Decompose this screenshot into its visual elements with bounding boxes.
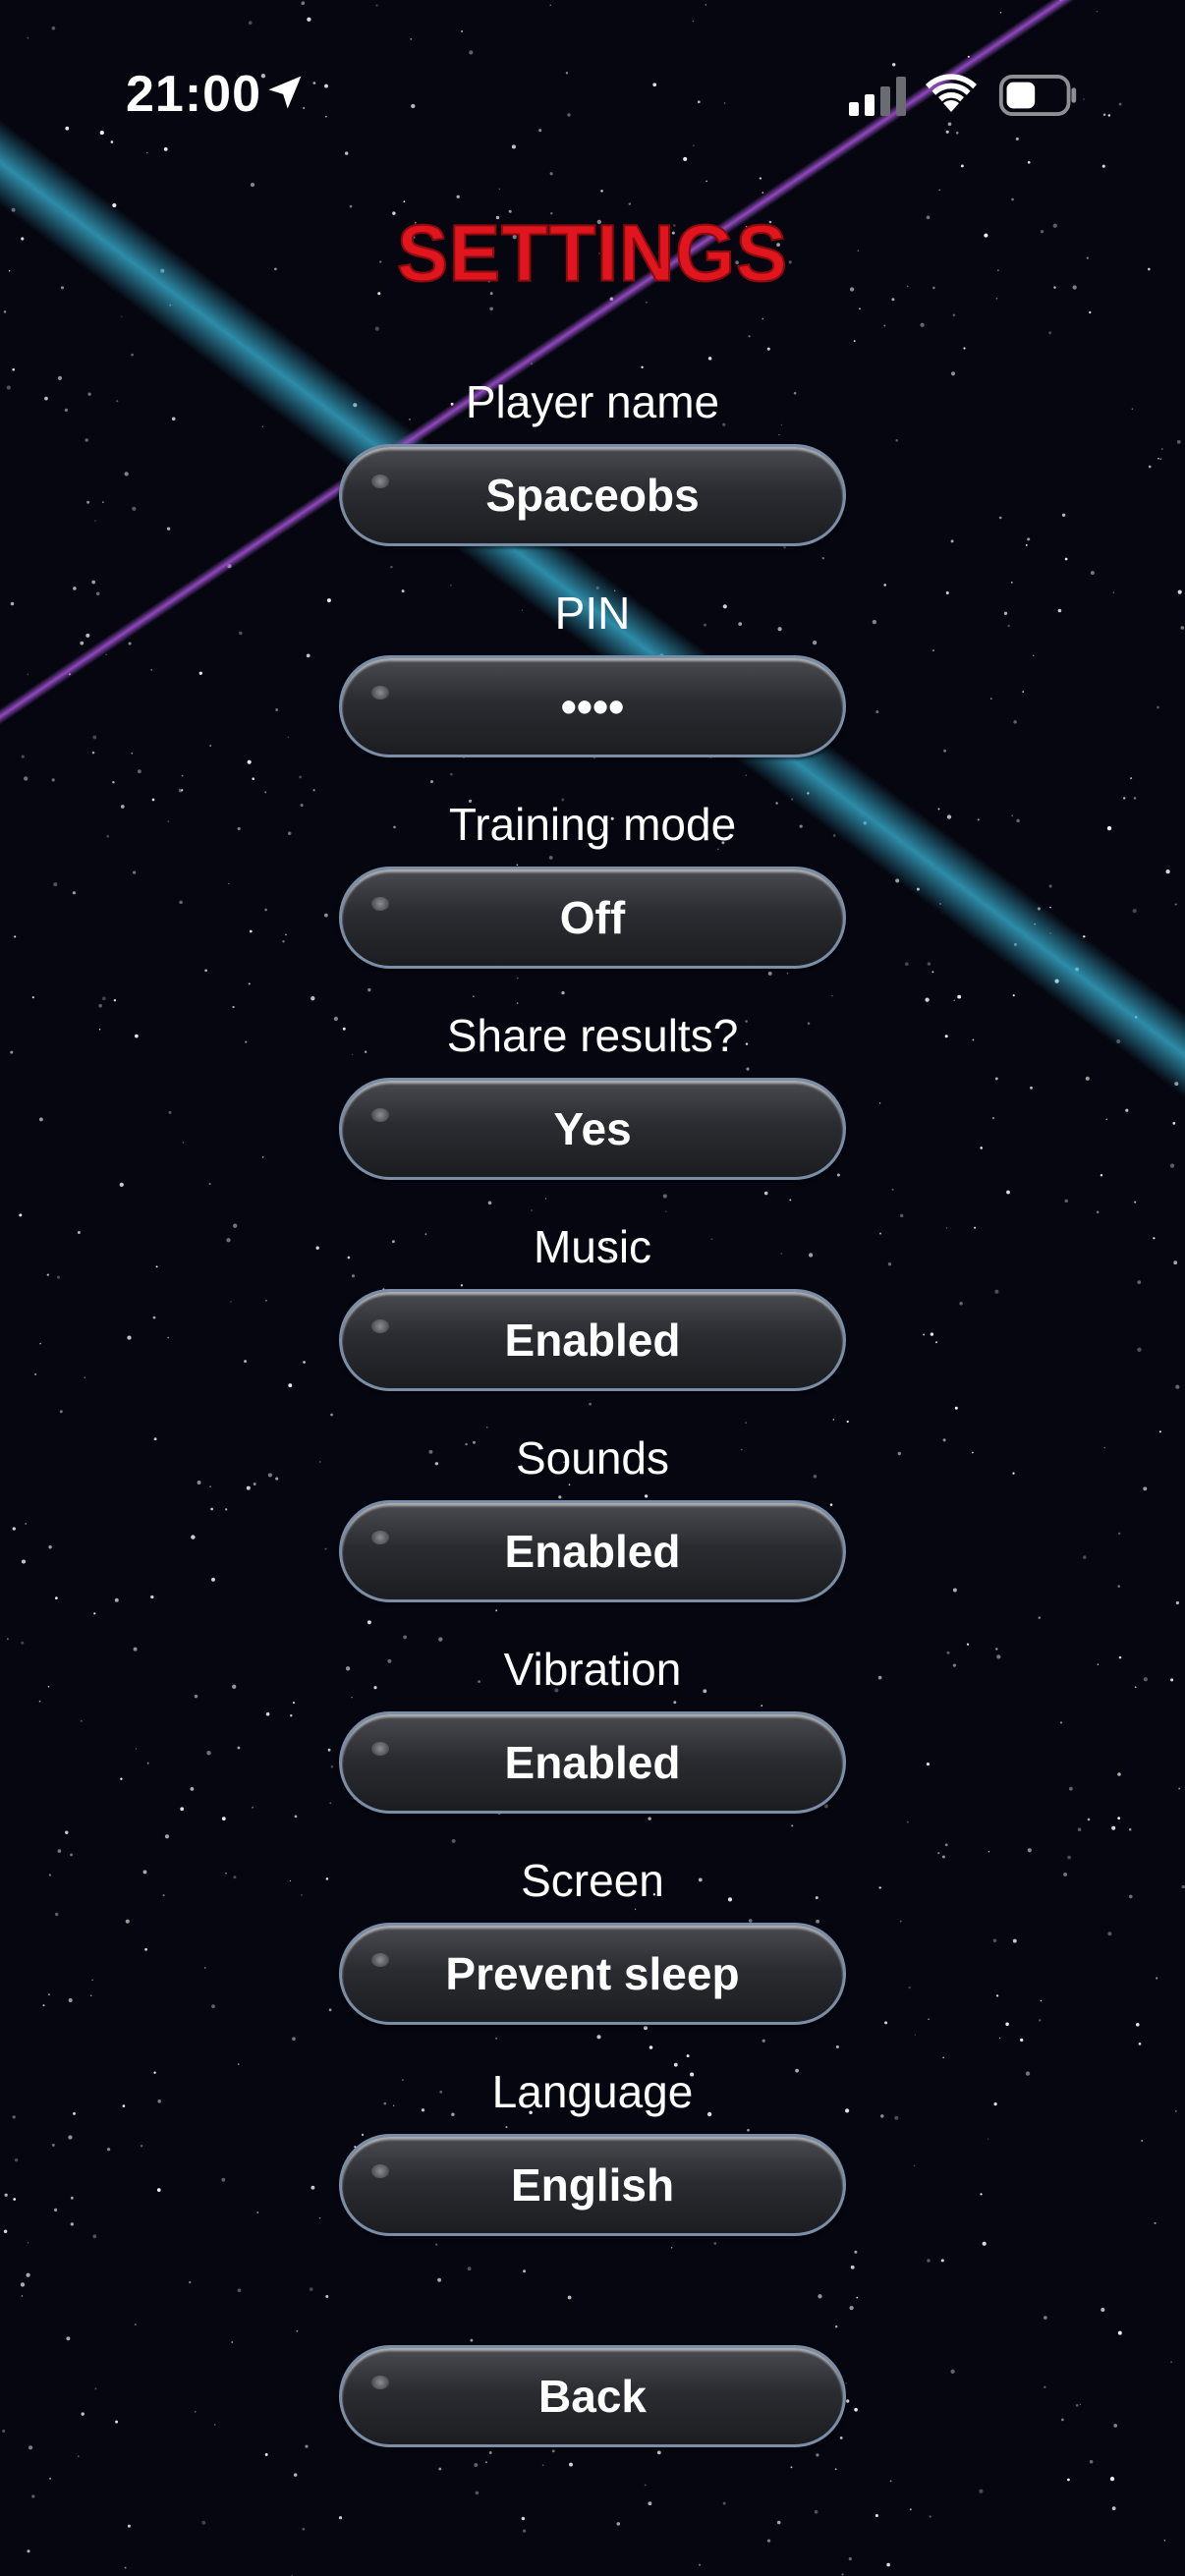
back-button-label: Back bbox=[538, 2371, 647, 2422]
screen-button[interactable]: Prevent sleep bbox=[339, 1923, 846, 2025]
setting-label-language: Language bbox=[491, 2066, 694, 2117]
share-results-button[interactable]: Yes bbox=[339, 1078, 846, 1180]
location-arrow-icon bbox=[268, 76, 302, 109]
status-bar: 21:00 bbox=[0, 0, 1185, 187]
cellular-signal-icon bbox=[849, 77, 906, 116]
setting-label-vibration: Vibration bbox=[503, 1644, 682, 1695]
sounds-button[interactable]: Enabled bbox=[339, 1500, 846, 1602]
setting-label-screen: Screen bbox=[521, 1855, 664, 1906]
setting-label-share-results: Share results? bbox=[446, 1010, 739, 1061]
vibration-value: Enabled bbox=[504, 1737, 681, 1788]
language-value: English bbox=[510, 2159, 675, 2211]
setting-label-pin: PIN bbox=[554, 588, 631, 639]
status-time: 21:00 bbox=[126, 66, 261, 123]
music-value: Enabled bbox=[504, 1315, 681, 1366]
player-name-button[interactable]: Spaceobs bbox=[339, 444, 846, 546]
training-mode-button[interactable]: Off bbox=[339, 867, 846, 969]
battery-icon bbox=[998, 75, 1077, 116]
training-mode-value: Off bbox=[559, 892, 626, 943]
back-button[interactable]: Back bbox=[339, 2345, 846, 2447]
vibration-button[interactable]: Enabled bbox=[339, 1711, 846, 1814]
share-results-value: Yes bbox=[553, 1103, 632, 1154]
player-name-value: Spaceobs bbox=[485, 470, 700, 521]
screen-value: Prevent sleep bbox=[445, 1948, 740, 1999]
pin-button[interactable]: •••• bbox=[339, 655, 846, 757]
music-button[interactable]: Enabled bbox=[339, 1289, 846, 1391]
setting-label-player-name: Player name bbox=[465, 376, 720, 427]
setting-label-music: Music bbox=[533, 1221, 652, 1272]
sounds-value: Enabled bbox=[504, 1526, 681, 1577]
pin-value: •••• bbox=[560, 681, 625, 732]
page-title: SETTINGS bbox=[396, 206, 789, 299]
language-button[interactable]: English bbox=[339, 2134, 846, 2236]
setting-label-sounds: Sounds bbox=[515, 1432, 669, 1484]
wifi-icon bbox=[926, 74, 977, 112]
setting-label-training-mode: Training mode bbox=[448, 799, 737, 850]
